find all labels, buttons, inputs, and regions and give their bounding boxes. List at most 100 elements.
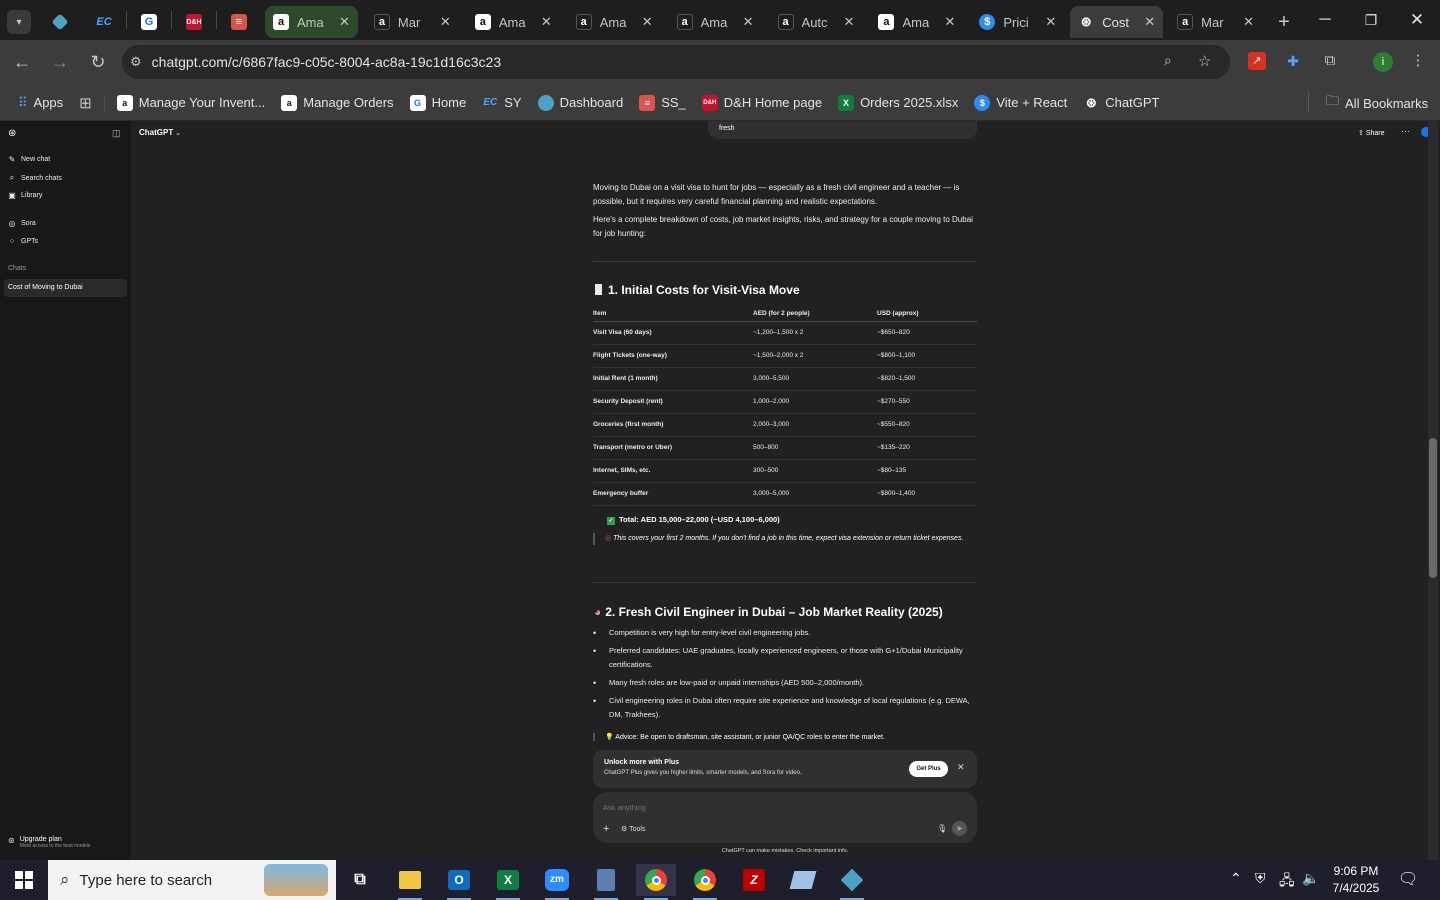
clock[interactable]: 9:06 PM 7/4/2025 bbox=[1326, 863, 1386, 897]
all-bookmarks[interactable]: 🗀 All Bookmarks bbox=[1318, 90, 1436, 116]
bookmark-dh-home[interactable]: D&H D&H Home page bbox=[694, 90, 830, 116]
close-icon[interactable]: ✕ bbox=[944, 14, 955, 30]
minimize-button[interactable]: ─ bbox=[1312, 8, 1338, 32]
tab-amazon-5[interactable]: a Ama ✕ bbox=[669, 6, 762, 38]
address-bar[interactable]: ⚙ chatgpt.com/c/6867fac9-c05c-8004-ac8a-… bbox=[122, 45, 1230, 79]
bookmark-ss[interactable]: ≡ SS_ bbox=[631, 90, 694, 116]
openai-logo-icon[interactable]: ⊛ bbox=[8, 128, 16, 139]
bookmark-manage-orders[interactable]: a Manage Orders bbox=[273, 90, 401, 116]
file-explorer-button[interactable] bbox=[390, 864, 430, 900]
taskbar-search-box[interactable]: ⌕ Type here to search bbox=[48, 860, 336, 900]
chat-history-item[interactable]: Cost of Moving to Dubai bbox=[4, 279, 127, 297]
table-row: Transport (metro or Uber) 500–800 ~$135–22… bbox=[593, 436, 977, 460]
app-diamond-button[interactable] bbox=[832, 864, 872, 900]
tab-pinned-1[interactable] bbox=[38, 6, 82, 38]
calculator-button[interactable] bbox=[586, 864, 626, 900]
bookmark-chatgpt[interactable]: ⊛ ChatGPT bbox=[1075, 90, 1167, 116]
excel-button[interactable]: X bbox=[488, 864, 528, 900]
network-icon[interactable]: 🖧 bbox=[1279, 870, 1295, 894]
sidebar-library[interactable]: ▣ Library bbox=[8, 191, 42, 200]
close-icon[interactable]: ✕ bbox=[743, 14, 754, 30]
folder-icon: 🗀 bbox=[1326, 93, 1340, 108]
forward-button[interactable]: → bbox=[42, 45, 78, 81]
tab-amazon-7[interactable]: a Ama ✕ bbox=[870, 6, 963, 38]
get-plus-button[interactable]: Get Plus bbox=[909, 761, 948, 777]
volume-icon[interactable]: 🔈 bbox=[1302, 870, 1319, 887]
voice-mode-button[interactable]: ➤ bbox=[952, 821, 967, 836]
tab-chatgpt-active[interactable]: ⊛ Cost ✕ bbox=[1070, 6, 1164, 38]
filezilla-button[interactable]: Z bbox=[734, 864, 774, 896]
tab-amazon-8[interactable]: a Mar ✕ bbox=[1169, 6, 1262, 38]
bookmark-dashboard[interactable]: Dashboard bbox=[530, 90, 632, 116]
notification-center-icon[interactable]: 🗨 bbox=[1398, 869, 1418, 889]
upgrade-plan-item[interactable]: ⊛ Upgrade plan More access to the best m… bbox=[8, 836, 90, 849]
security-tray-icon[interactable]: ⛨ bbox=[1255, 870, 1266, 887]
chrome-button-2[interactable] bbox=[685, 864, 725, 900]
notepad-button[interactable] bbox=[783, 864, 823, 896]
zoom-button[interactable]: zm bbox=[537, 864, 577, 900]
sidebar-sora[interactable]: ◎ Sora bbox=[8, 219, 36, 228]
close-icon[interactable]: ✕ bbox=[541, 14, 552, 30]
tab-pricing[interactable]: $ Prici ✕ bbox=[971, 6, 1064, 38]
tab-pinned-4[interactable]: D&H bbox=[172, 6, 216, 38]
show-hidden-icons[interactable]: ⌃ bbox=[1230, 870, 1242, 887]
pin-icon: ◎ bbox=[605, 535, 614, 542]
model-selector[interactable]: ChatGPT ⌄ bbox=[139, 128, 181, 137]
bookmark-vite-react[interactable]: $ Vite + React bbox=[966, 90, 1075, 116]
tab-pinned-5[interactable]: ≡ bbox=[217, 6, 261, 38]
extensions-puzzle-icon[interactable]: ⧉ bbox=[1320, 51, 1340, 71]
bookmark-home[interactable]: G Home bbox=[402, 90, 475, 116]
section-heading-job-market: ◕ 2. Fresh Civil Engineer in Dubai – Job … bbox=[594, 605, 943, 619]
profile-avatar[interactable]: i bbox=[1373, 52, 1393, 72]
close-icon[interactable]: ✕ bbox=[957, 762, 965, 773]
close-icon[interactable]: ✕ bbox=[642, 14, 653, 30]
site-info-icon[interactable]: ⚙ bbox=[130, 54, 142, 70]
tab-pinned-3[interactable]: G bbox=[127, 6, 171, 38]
tab-search-button[interactable]: ▾ bbox=[0, 6, 38, 38]
prompt-input[interactable] bbox=[603, 800, 933, 814]
close-icon[interactable]: ✕ bbox=[844, 14, 855, 30]
bookmark-sy[interactable]: EC SY bbox=[474, 90, 529, 116]
extension-2-icon[interactable]: ✚ bbox=[1284, 52, 1302, 70]
add-attachment-icon[interactable]: + bbox=[603, 823, 609, 835]
sidebar-new-chat[interactable]: ✎ New chat bbox=[8, 155, 51, 164]
toggle-sidebar-icon[interactable]: ◫ bbox=[112, 128, 121, 139]
restore-button[interactable]: ❐ bbox=[1358, 8, 1384, 32]
close-window-button[interactable]: ✕ bbox=[1404, 8, 1430, 32]
tab-amazon-4[interactable]: a Ama ✕ bbox=[568, 6, 661, 38]
chrome-button-1[interactable] bbox=[636, 864, 676, 900]
sidebar-gpts[interactable]: ⁘ GPTs bbox=[8, 237, 38, 246]
close-icon[interactable]: ✕ bbox=[1243, 14, 1254, 30]
url-text[interactable]: chatgpt.com/c/6867fac9-c05c-8004-ac8a-19… bbox=[152, 54, 501, 70]
close-icon[interactable]: ✕ bbox=[1144, 14, 1155, 30]
tab-amazon-2[interactable]: a Mar ✕ bbox=[366, 6, 459, 38]
bookmark-apps[interactable]: ⠿ Apps bbox=[10, 90, 71, 116]
close-icon[interactable]: ✕ bbox=[1045, 14, 1056, 30]
sidebar-search-chats[interactable]: ⌕ Search chats bbox=[8, 173, 62, 183]
bookmark-star-icon[interactable]: ☆ bbox=[1198, 52, 1211, 70]
bookmark-orders-xlsx[interactable]: X Orders 2025.xlsx bbox=[830, 90, 966, 116]
tab-amazon-1[interactable]: a Ama ✕ bbox=[265, 6, 358, 38]
close-icon[interactable]: ✕ bbox=[339, 14, 350, 30]
scrollbar-thumb[interactable] bbox=[1429, 438, 1437, 578]
tab-amazon-6[interactable]: a Autc ✕ bbox=[770, 6, 863, 38]
tab-pinned-2[interactable]: EC bbox=[82, 6, 126, 38]
start-button[interactable] bbox=[0, 860, 48, 900]
zoom-icon[interactable]: ⌕ bbox=[1164, 52, 1172, 69]
reload-button[interactable]: ↻ bbox=[80, 45, 116, 81]
tab-amazon-3[interactable]: a Ama ✕ bbox=[467, 6, 560, 38]
task-view-button[interactable]: ⧉ bbox=[340, 864, 380, 896]
outlook-button[interactable]: O bbox=[439, 864, 479, 900]
microphone-icon[interactable]: 🎙 bbox=[937, 824, 947, 833]
more-options-icon[interactable]: ··· bbox=[1401, 126, 1410, 136]
extension-1-icon[interactable]: ↗ bbox=[1248, 52, 1266, 70]
bookmark-tab-groups[interactable]: ⊞ bbox=[71, 90, 100, 116]
back-button[interactable]: ← bbox=[4, 45, 40, 81]
share-button[interactable]: ⇪ Share bbox=[1358, 129, 1385, 137]
tools-button[interactable]: ⚙ Tools bbox=[621, 825, 645, 833]
close-icon[interactable]: ✕ bbox=[440, 14, 451, 30]
message-composer[interactable]: + ⚙ Tools 🎙 ➤ bbox=[593, 792, 977, 843]
bookmark-manage-inventory[interactable]: a Manage Your Invent... bbox=[109, 90, 273, 116]
chrome-menu-icon[interactable]: ⋮ bbox=[1410, 51, 1426, 71]
new-tab-button[interactable]: + bbox=[1270, 6, 1298, 38]
